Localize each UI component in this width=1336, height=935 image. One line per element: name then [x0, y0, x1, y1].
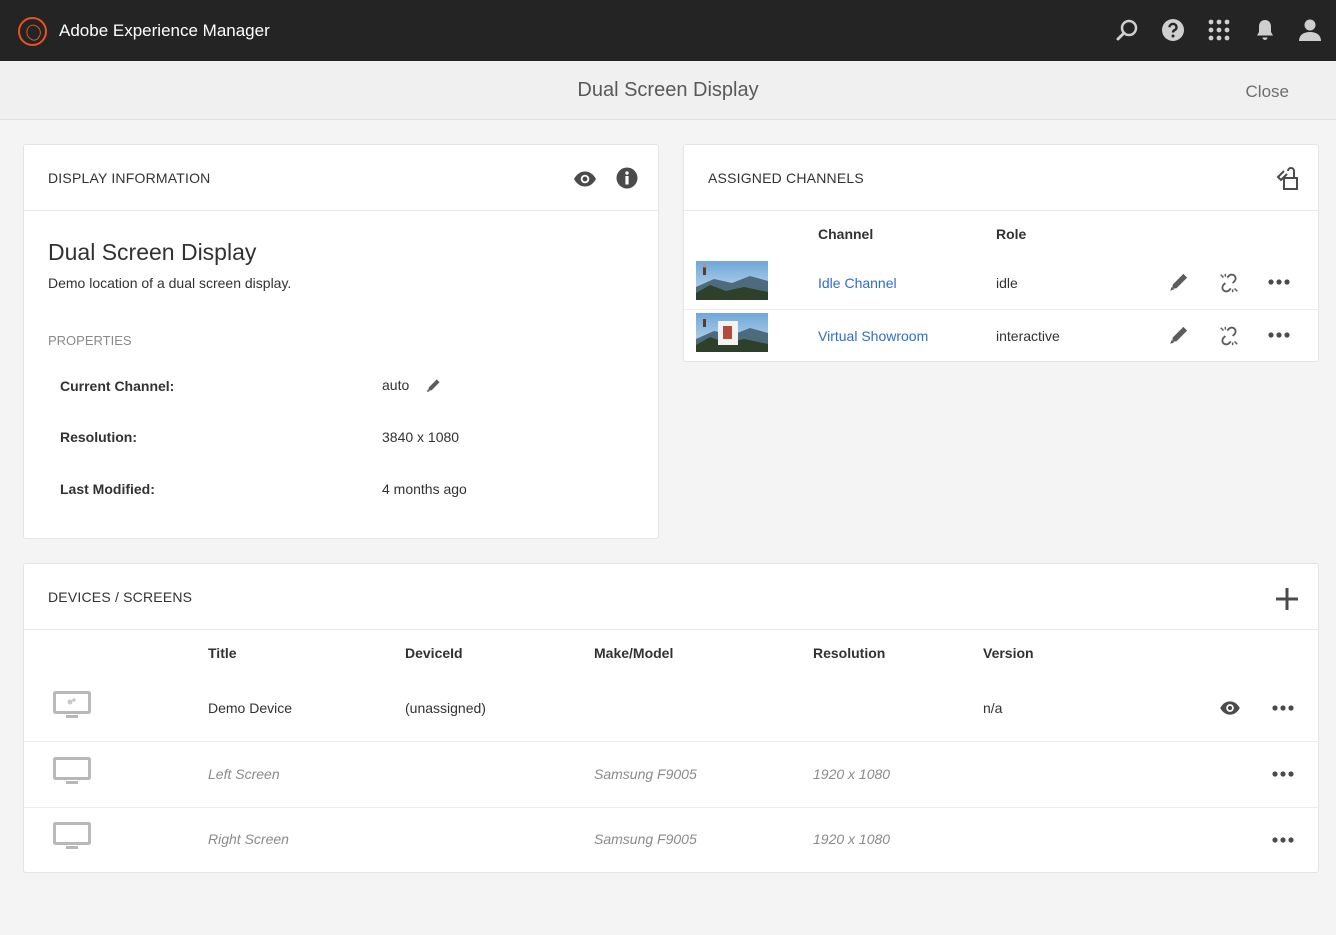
property-key-current-channel: Current Channel:: [60, 378, 175, 394]
add-plus-icon[interactable]: [1275, 587, 1299, 611]
help-icon[interactable]: [1161, 18, 1185, 42]
more-actions-icon[interactable]: [1268, 279, 1290, 285]
more-actions-icon[interactable]: [1272, 705, 1294, 711]
title-column-header[interactable]: Title: [208, 645, 237, 661]
device-resolution: 1920 x 1080: [813, 831, 891, 847]
device-title: Right Screen: [208, 831, 289, 847]
channel-column-header[interactable]: Channel: [818, 226, 873, 242]
deviceid-column-header[interactable]: DeviceId: [405, 645, 463, 661]
page-header: Dual Screen Display Close: [0, 61, 1336, 120]
row-divider: [24, 807, 1318, 808]
role-column-header[interactable]: Role: [996, 226, 1026, 242]
app-title[interactable]: Adobe Experience Manager: [59, 21, 270, 41]
preview-eye-icon[interactable]: [573, 170, 597, 188]
more-actions-icon[interactable]: [1272, 771, 1294, 777]
device-make-model: Samsung F9005: [594, 831, 697, 847]
assigned-channels-header: ASSIGNED CHANNELS: [684, 145, 1318, 211]
apps-grid-icon[interactable]: [1207, 18, 1231, 42]
unlink-icon[interactable]: [1218, 325, 1240, 347]
monitor-screen-icon: [53, 757, 91, 784]
notifications-bell-icon[interactable]: [1253, 18, 1277, 42]
more-actions-icon[interactable]: [1272, 837, 1294, 843]
user-profile-icon[interactable]: [1298, 18, 1322, 42]
preview-eye-icon[interactable]: [1219, 700, 1241, 716]
assign-channel-link-icon[interactable]: [1275, 167, 1299, 191]
display-information-title: DISPLAY INFORMATION: [48, 170, 211, 186]
display-information-card: DISPLAY INFORMATION Dual Screen Display …: [23, 144, 659, 539]
channel-link-virtual-showroom[interactable]: Virtual Showroom: [818, 328, 928, 344]
property-value-resolution: 3840 x 1080: [382, 429, 460, 445]
channel-role: idle: [996, 275, 1018, 291]
monitor-screen-icon: [53, 822, 91, 849]
properties-label: PROPERTIES: [48, 333, 132, 348]
more-actions-icon[interactable]: [1268, 332, 1290, 338]
device-version: n/a: [983, 700, 1003, 716]
resolution-column-header[interactable]: Resolution: [813, 645, 885, 661]
devices-screens-card: DEVICES / SCREENS Title DeviceId Make/Mo…: [23, 563, 1319, 873]
channel-thumbnail-image: [696, 313, 768, 352]
unlink-icon[interactable]: [1218, 272, 1240, 294]
adobe-experience-manager-logo-icon[interactable]: [18, 17, 47, 46]
device-title: Left Screen: [208, 766, 280, 782]
property-value-current-channel: auto: [382, 377, 410, 393]
row-divider: [24, 741, 1318, 742]
device-title: Demo Device: [208, 700, 293, 716]
version-column-header[interactable]: Version: [983, 645, 1034, 661]
property-value-last-modified: 4 months ago: [382, 481, 467, 497]
edit-pencil-icon[interactable]: [1169, 272, 1189, 292]
devices-screens-header: DEVICES / SCREENS: [24, 564, 1318, 630]
assigned-channels-card: ASSIGNED CHANNELS Channel Role Idle Chan…: [683, 144, 1319, 362]
display-description: Demo location of a dual screen display.: [48, 275, 292, 291]
make-model-column-header[interactable]: Make/Model: [594, 645, 673, 661]
property-key-last-modified: Last Modified:: [60, 481, 155, 497]
edit-pencil-icon[interactable]: [1169, 325, 1189, 345]
monitor-device-icon: [53, 691, 91, 718]
assigned-channels-title: ASSIGNED CHANNELS: [708, 170, 864, 186]
display-information-header: DISPLAY INFORMATION: [24, 145, 658, 211]
channel-link-idle[interactable]: Idle Channel: [818, 275, 897, 291]
device-resolution: 1920 x 1080: [813, 766, 891, 782]
channel-thumbnail-image: [696, 261, 768, 300]
display-name: Dual Screen Display: [48, 239, 257, 265]
edit-pencil-icon[interactable]: [426, 378, 441, 393]
device-make-model: Samsung F9005: [594, 766, 697, 782]
device-id: (unassigned): [405, 700, 486, 716]
devices-screens-title: DEVICES / SCREENS: [48, 589, 193, 605]
search-icon[interactable]: [1115, 18, 1139, 42]
info-icon[interactable]: [616, 167, 638, 189]
channel-role: interactive: [996, 328, 1060, 344]
page-title: Dual Screen Display: [577, 79, 759, 101]
close-button[interactable]: Close: [1246, 82, 1289, 102]
top-bar: Adobe Experience Manager: [0, 0, 1336, 61]
row-divider: [684, 309, 1318, 310]
property-key-resolution: Resolution:: [60, 429, 137, 445]
